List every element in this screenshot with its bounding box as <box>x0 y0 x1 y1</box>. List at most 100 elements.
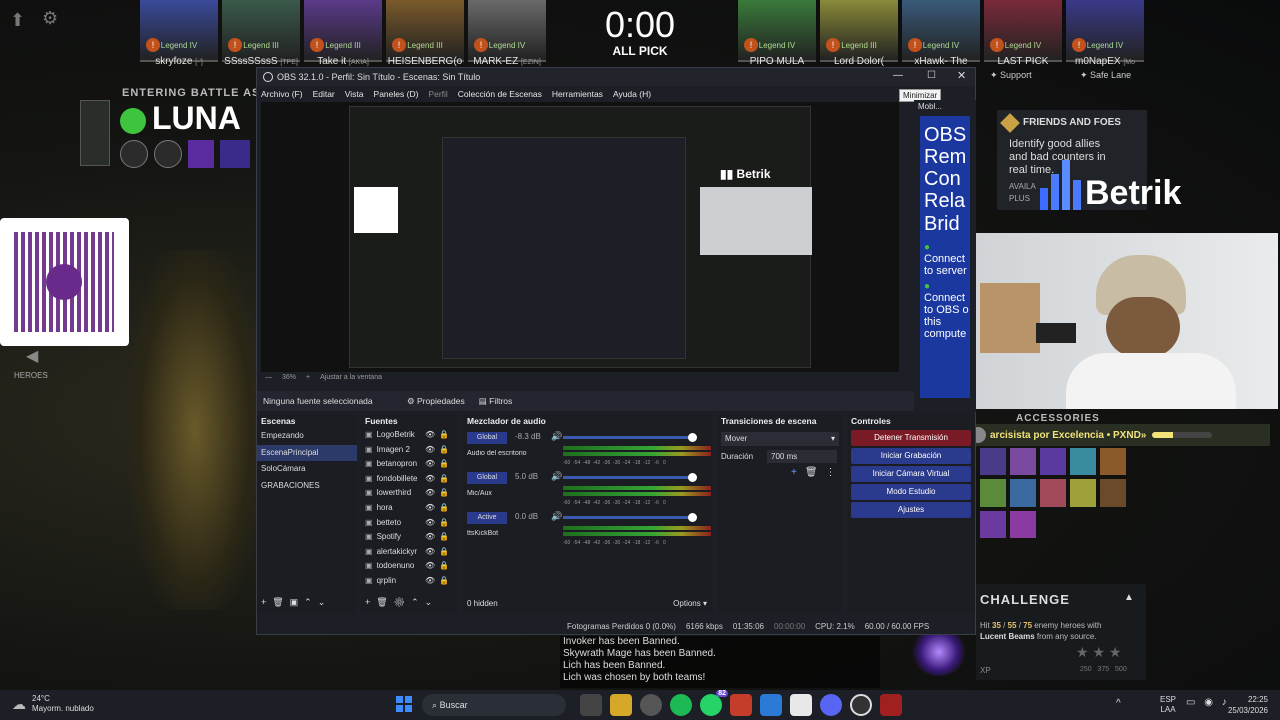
heroes-back-icon[interactable]: ◀ <box>26 346 38 366</box>
source-item[interactable]: ▣ qrplin 👁 🔒 <box>361 574 457 589</box>
player-card[interactable]: Legend III! Take it [AKIA] <box>304 0 382 67</box>
visibility-icon[interactable]: 👁 <box>425 559 435 574</box>
properties-button[interactable]: ⚙ Propiedades <box>407 396 465 407</box>
zoom-plus[interactable]: + <box>306 374 310 386</box>
scene-item[interactable]: Empezando <box>257 428 357 445</box>
add-icon[interactable]: + <box>791 467 797 478</box>
source-item[interactable]: ▣ alertakickyr 👁 🔒 <box>361 545 457 560</box>
control-button[interactable]: Modo Estudio <box>851 484 971 500</box>
visibility-icon[interactable]: 👁 <box>425 457 435 472</box>
player-card[interactable]: Legend IV! skryfoze [-'] <box>140 0 218 67</box>
folder-icon[interactable] <box>610 694 632 716</box>
control-button[interactable]: Iniciar Cámara Virtual <box>851 466 971 482</box>
visibility-icon[interactable]: 👁 <box>425 574 435 589</box>
obs-preview[interactable]: ▮▮ Betrik <box>261 102 899 372</box>
obs-window[interactable]: OBS 32.1.0 - Perfil: Sin Título - Escena… <box>256 67 976 635</box>
weather-widget[interactable]: ☁ 24°C Mayorm. nublado <box>12 694 94 714</box>
source-item[interactable]: ▣ lowerthird 👁 🔒 <box>361 486 457 501</box>
scene-item[interactable]: EscenaPrincipal <box>257 444 357 461</box>
more-icon[interactable]: ⋮ <box>826 467 836 478</box>
player-card[interactable]: Legend IV! MARK-EZ [EZIN] <box>468 0 546 67</box>
menu-item[interactable]: Editar <box>313 89 335 99</box>
visibility-icon[interactable]: 👁 <box>425 545 435 560</box>
lock-icon[interactable]: 🔒 <box>439 501 449 516</box>
source-item[interactable]: ▣ LogoBetrik 👁 🔒 <box>361 428 457 443</box>
back-icon[interactable]: ⬆ <box>10 10 25 31</box>
maximize-button[interactable]: ☐ <box>927 70 936 81</box>
menu-item[interactable]: Archivo (F) <box>261 89 303 99</box>
lock-icon[interactable]: 🔒 <box>439 486 449 501</box>
transition-select[interactable]: Mover ▾ <box>721 432 839 446</box>
spotify-icon[interactable] <box>670 694 692 716</box>
vscode-icon[interactable] <box>760 694 782 716</box>
discord-icon[interactable] <box>820 694 842 716</box>
dota-icon[interactable] <box>880 694 902 716</box>
zoom-minus[interactable]: — <box>265 374 272 386</box>
volume-slider[interactable] <box>563 513 697 522</box>
source-item[interactable]: ▣ Spotify 👁 🔒 <box>361 530 457 545</box>
channel-badge[interactable]: Global <box>467 472 507 484</box>
player-card[interactable]: Legend IV! LAST PICK <box>984 0 1062 67</box>
lock-icon[interactable]: 🔒 <box>439 574 449 589</box>
menu-item[interactable]: Ayuda (H) <box>613 89 651 99</box>
volume-slider[interactable] <box>563 473 697 482</box>
notes-icon[interactable] <box>790 694 812 716</box>
filters-button[interactable]: ▤ Filtros <box>479 396 513 407</box>
scene-item[interactable]: SoloCámara <box>257 461 357 478</box>
player-card[interactable]: Legend III! HEISENBERG(o <box>386 0 464 67</box>
chevron-up-icon[interactable]: ▲ <box>1124 592 1134 603</box>
visibility-icon[interactable]: 👁 <box>425 486 435 501</box>
lock-icon[interactable]: 🔒 <box>439 545 449 560</box>
tray-chevron-icon[interactable]: ^ <box>1116 698 1121 709</box>
control-button[interactable]: Ajustes <box>851 502 971 518</box>
player-card[interactable]: Legend III! Lord Dolor( <box>820 0 898 67</box>
visibility-icon[interactable]: 👁 <box>425 516 435 531</box>
volume-icon[interactable]: 🔊 <box>551 471 562 482</box>
taskbar-search[interactable]: ⌕ Buscar <box>422 694 566 716</box>
language-indicator[interactable]: ESP LAA <box>1160 695 1176 715</box>
player-card[interactable]: Legend IV! m0NapEX [Mo <box>1066 0 1144 67</box>
options-button[interactable]: Options ▾ <box>673 599 707 608</box>
channel-badge[interactable]: Global <box>467 432 507 444</box>
source-item[interactable]: ▣ Imagen 2 👁 🔒 <box>361 443 457 458</box>
lock-icon[interactable]: 🔒 <box>439 559 449 574</box>
channel-badge[interactable]: Active <box>467 512 507 524</box>
visibility-icon[interactable]: 👁 <box>425 428 435 443</box>
visibility-icon[interactable]: 👁 <box>425 472 435 487</box>
chrome-icon[interactable] <box>640 694 662 716</box>
lock-icon[interactable]: 🔒 <box>439 530 449 545</box>
volume-icon[interactable]: 🔊 <box>551 431 562 442</box>
volume-slider[interactable] <box>563 433 697 442</box>
app-icon[interactable] <box>730 694 752 716</box>
volume-icon[interactable]: 🔊 <box>551 511 562 522</box>
visibility-icon[interactable]: 👁 <box>425 443 435 458</box>
menu-item[interactable]: Herramientas <box>552 89 603 99</box>
obs-titlebar[interactable]: OBS 32.1.0 - Perfil: Sin Título - Escena… <box>257 68 975 86</box>
scene-item[interactable]: GRABACIONES <box>257 478 357 495</box>
control-button[interactable]: Iniciar Grabación <box>851 448 971 464</box>
visibility-icon[interactable]: 👁 <box>425 501 435 516</box>
obs-taskbar-icon[interactable] <box>850 694 872 716</box>
source-item[interactable]: ▣ betteto 👁 🔒 <box>361 516 457 531</box>
close-button[interactable]: ✕ <box>957 69 966 82</box>
source-item[interactable]: ▣ betanopron 👁 🔒 <box>361 457 457 472</box>
gear-icon[interactable]: ⚙ <box>42 8 58 29</box>
player-card[interactable]: Legend IV! xHawk- The <box>902 0 980 67</box>
lock-icon[interactable]: 🔒 <box>439 457 449 472</box>
duration-input[interactable]: 700 ms <box>767 450 837 463</box>
minimize-button[interactable]: — <box>893 70 903 81</box>
player-card[interactable]: Legend III! SSssSSssS [TPE] <box>222 0 300 67</box>
menu-item[interactable]: Colección de Escenas <box>458 89 542 99</box>
source-item[interactable]: ▣ fondobillete 👁 🔒 <box>361 472 457 487</box>
menu-item[interactable]: Vista <box>345 89 364 99</box>
start-button[interactable] <box>396 696 412 712</box>
zoom-fit[interactable]: Ajustar a la ventana <box>320 374 382 386</box>
lock-icon[interactable]: 🔒 <box>439 443 449 458</box>
menu-item[interactable]: Perfil <box>428 89 447 99</box>
visibility-icon[interactable]: 👁 <box>425 530 435 545</box>
menu-item[interactable]: Paneles (D) <box>374 89 419 99</box>
source-item[interactable]: ▣ todoenuno 👁 🔒 <box>361 559 457 574</box>
control-button[interactable]: Detener Transmisión <box>851 430 971 446</box>
source-item[interactable]: ▣ hora 👁 🔒 <box>361 501 457 516</box>
lock-icon[interactable]: 🔒 <box>439 516 449 531</box>
